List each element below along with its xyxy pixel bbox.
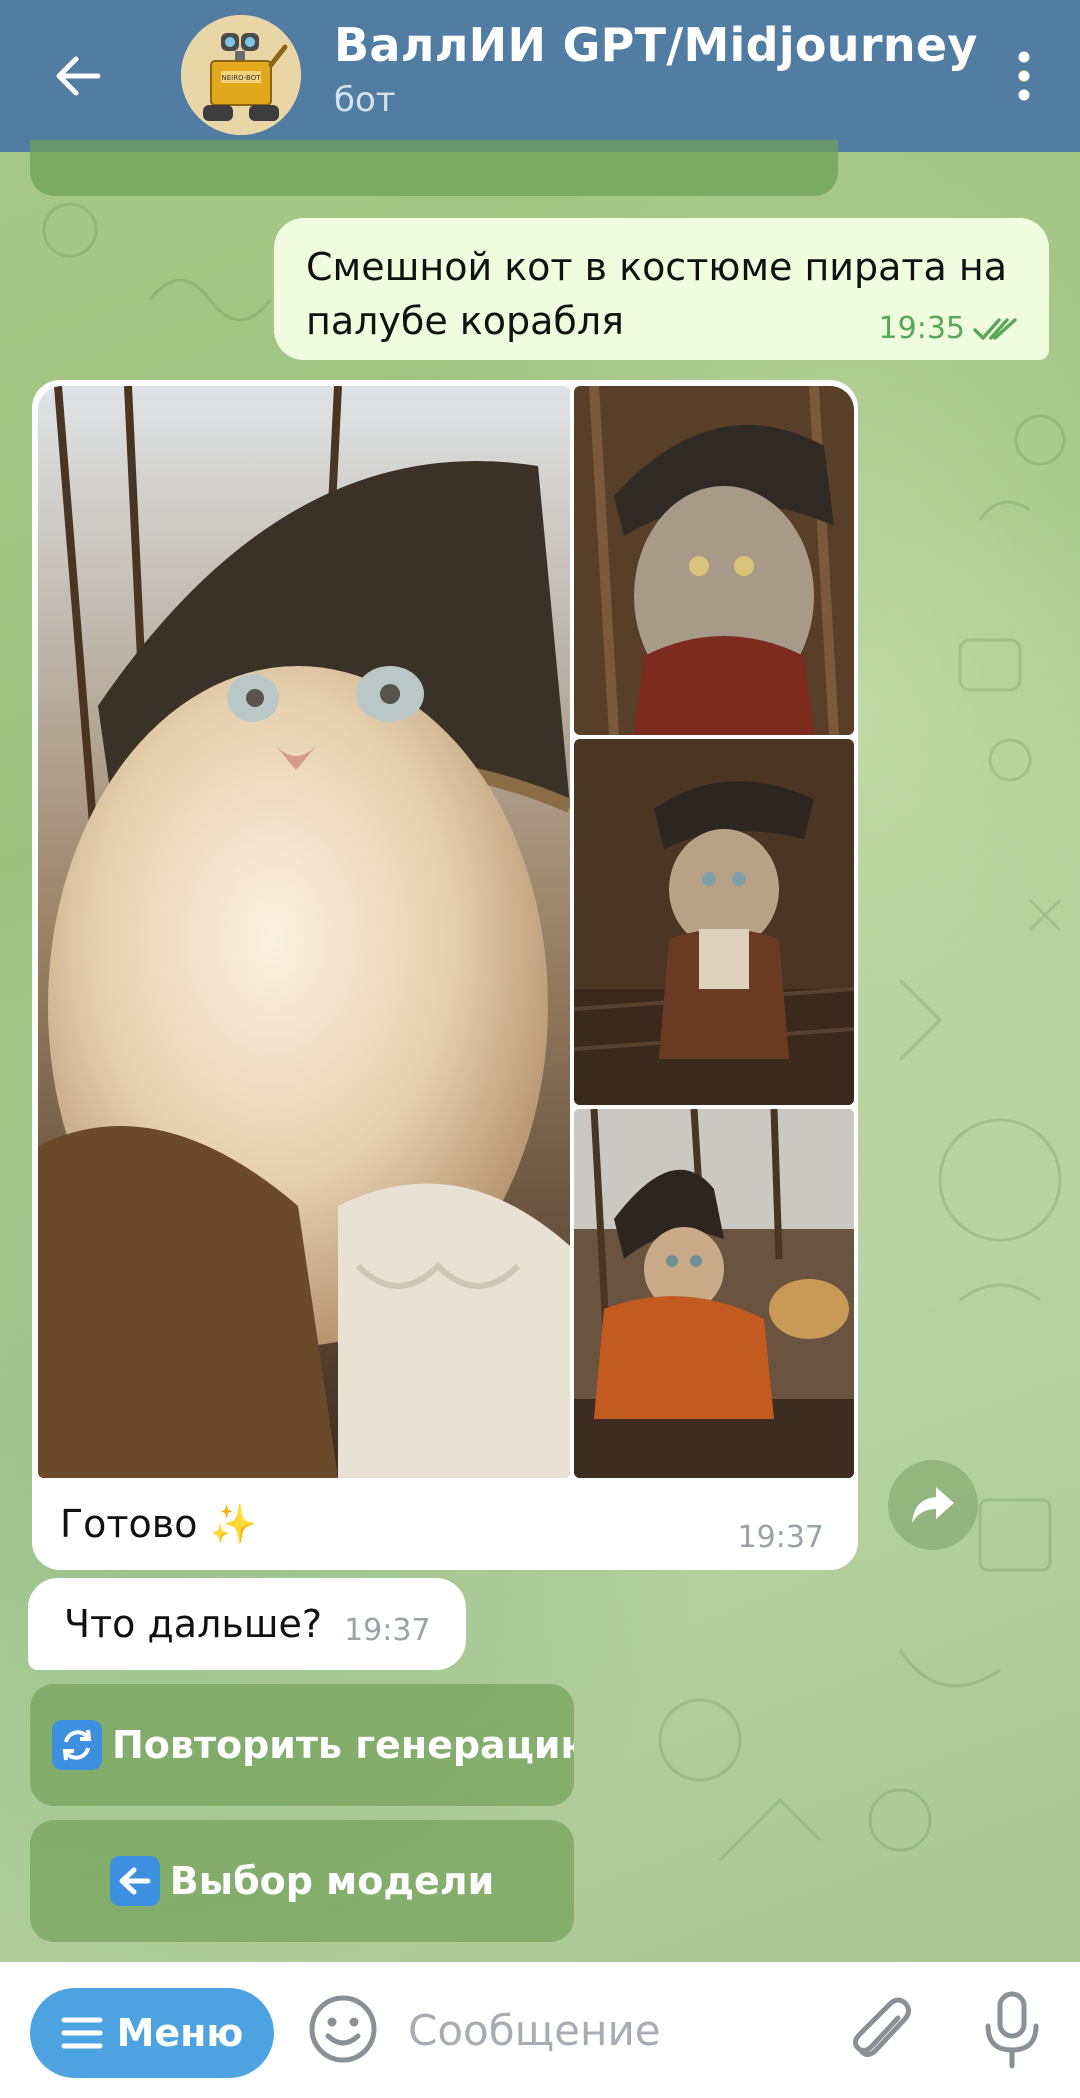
chat-subtitle: бот <box>334 80 396 120</box>
media-message[interactable]: Готово ✨ 19:37 <box>32 380 858 1570</box>
chat-title[interactable]: ВаллИИ GPT/Midjourney <box>334 18 978 72</box>
pirate-cat-image-4 <box>574 1109 854 1478</box>
chat-header: NEIRO-BOT ВаллИИ GPT/Midjourney бот <box>0 0 1080 152</box>
bot-menu-button[interactable]: Меню <box>30 1988 274 2078</box>
back-button[interactable] <box>46 44 110 108</box>
menu-label: Меню <box>116 2011 244 2055</box>
message-input[interactable] <box>408 1990 808 2070</box>
more-vertical-icon <box>1018 51 1030 101</box>
double-check-icon <box>973 317 1017 340</box>
forward-button[interactable] <box>888 1460 978 1550</box>
generated-image-2[interactable] <box>574 386 854 735</box>
incoming-message[interactable]: Что дальше? 19:37 <box>28 1578 466 1670</box>
model-select-label: Выбор модели <box>169 1859 495 1903</box>
refresh-icon <box>52 1720 102 1770</box>
smile-icon[interactable] <box>306 1992 380 2066</box>
left-arrow-icon <box>109 1856 160 1906</box>
forward-icon <box>912 1487 954 1523</box>
incoming-message-time: 19:37 <box>344 1612 431 1648</box>
pirate-cat-image-main <box>38 386 570 1478</box>
media-message-time: 19:37 <box>737 1520 824 1555</box>
repeat-generation-label: Повторить генерацию <box>112 1723 574 1767</box>
generated-image-1[interactable] <box>38 386 570 1478</box>
robot-avatar-image: NEIRO-BOT <box>181 15 301 135</box>
outgoing-message[interactable]: Смешной кот в костюме пирата на палубе к… <box>274 218 1049 360</box>
repeat-generation-button[interactable]: Повторить генерацию <box>30 1684 574 1806</box>
model-select-button[interactable]: Выбор модели <box>30 1820 574 1942</box>
outgoing-message-time: 19:35 <box>878 311 965 346</box>
generated-image-3[interactable] <box>574 739 854 1105</box>
pirate-cat-image-2 <box>574 386 854 735</box>
back-arrow-icon <box>56 56 101 96</box>
message-input-bar: Меню <box>0 1962 1080 2098</box>
more-options-button[interactable] <box>992 44 1056 108</box>
avatar-label: NEIRO-BOT <box>221 74 261 82</box>
pirate-cat-image-3 <box>574 739 854 1105</box>
bot-avatar[interactable]: NEIRO-BOT <box>181 15 301 135</box>
previous-keyboard-button[interactable] <box>30 140 838 196</box>
generated-image-4[interactable] <box>574 1109 854 1478</box>
mic-icon[interactable] <box>982 1990 1042 2070</box>
hamburger-icon <box>61 2017 103 2049</box>
incoming-message-text: Что дальше? <box>64 1602 323 1646</box>
paperclip-icon[interactable] <box>846 1992 918 2068</box>
media-caption: Готово ✨ <box>60 1502 257 1546</box>
